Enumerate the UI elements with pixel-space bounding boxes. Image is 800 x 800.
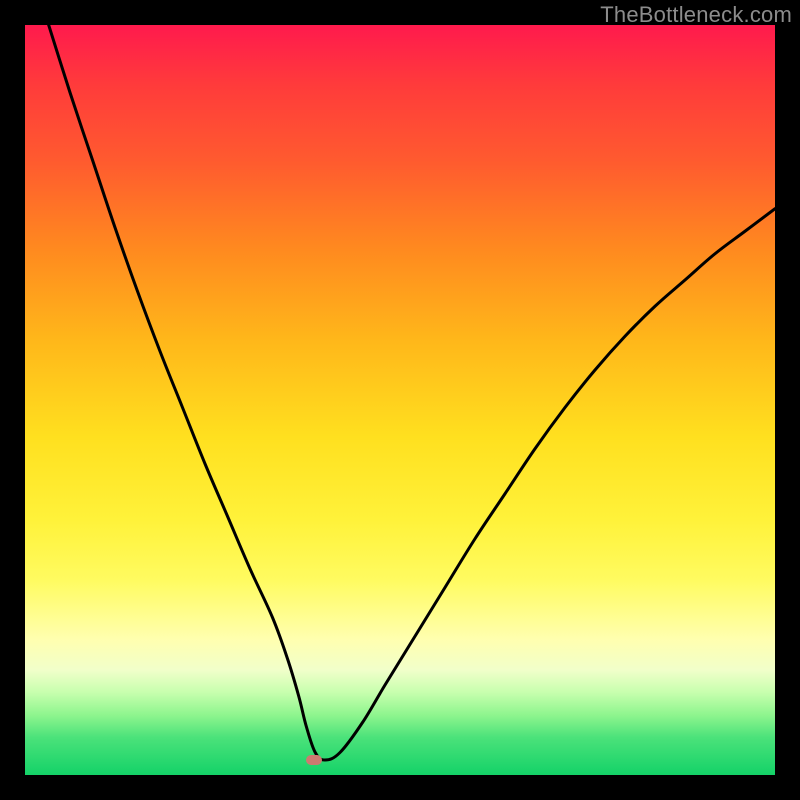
chart-frame: TheBottleneck.com — [0, 0, 800, 800]
plot-area — [25, 25, 775, 775]
optimal-point-marker — [306, 755, 322, 765]
bottleneck-curve — [25, 25, 775, 775]
